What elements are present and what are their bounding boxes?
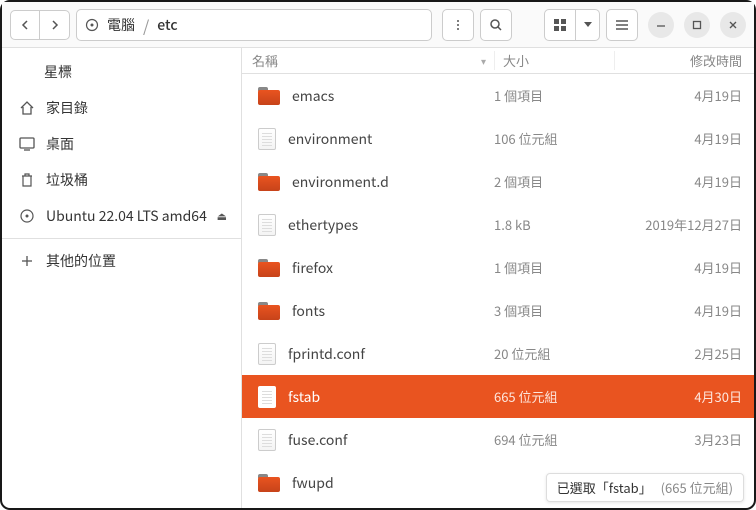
forward-button[interactable] xyxy=(40,10,70,40)
file-name: ethertypes xyxy=(288,215,358,235)
file-name: fprintd.conf xyxy=(288,344,365,364)
view-grid-button[interactable] xyxy=(544,9,576,41)
folder-icon xyxy=(258,474,280,492)
file-name: environment.d xyxy=(292,172,389,192)
file-icon xyxy=(258,386,276,408)
sidebar-item-label: 星標 xyxy=(44,62,72,82)
desktop-icon xyxy=(18,137,36,151)
file-name: emacs xyxy=(292,86,334,106)
close-button[interactable] xyxy=(720,12,746,38)
sidebar-item-disk[interactable]: Ubuntu 22.04 LTS amd64 ⏏ xyxy=(2,198,241,234)
file-name: fuse.conf xyxy=(288,430,347,450)
sidebar-item-other-locations[interactable]: 其他的位置 xyxy=(2,243,241,279)
file-icon xyxy=(258,214,276,236)
path-bar[interactable]: 電腦 / etc xyxy=(76,9,432,41)
file-name: fstab xyxy=(288,387,320,407)
back-button[interactable] xyxy=(10,10,40,40)
file-row[interactable]: ethertypes 1.8 kB2019年12月27日 xyxy=(242,203,754,246)
folder-icon xyxy=(258,259,280,277)
file-row[interactable]: environment 106 位元組4月19日 xyxy=(242,117,754,160)
file-size: 665 位元組 xyxy=(494,387,614,406)
sidebar-item-home[interactable]: 家目錄 xyxy=(2,90,241,126)
status-bar: 已選取「fstab」 (665 位元組) xyxy=(546,473,744,502)
sidebar-item-label: 其他的位置 xyxy=(46,251,116,271)
file-list[interactable]: emacs1 個項目4月19日environment106 位元組4月19日en… xyxy=(242,74,754,508)
file-row[interactable]: fuse.conf 694 位元組3月23日 xyxy=(242,418,754,461)
file-size: 1.8 kB xyxy=(494,215,614,234)
file-row[interactable]: emacs 1 個項目4月19日 xyxy=(242,74,754,117)
path-separator: / xyxy=(143,13,149,37)
sidebar-item-label: Ubuntu 22.04 LTS amd64 xyxy=(46,206,207,226)
file-date: 4月19日 xyxy=(614,172,754,191)
hamburger-menu-button[interactable] xyxy=(606,9,638,41)
file-date: 2019年12月27日 xyxy=(614,215,754,234)
file-name: firefox xyxy=(292,258,333,278)
sidebar-item-desktop[interactable]: 桌面 xyxy=(2,126,241,162)
view-dropdown-button[interactable] xyxy=(576,9,600,41)
main-pane: 名稱 ▾ 大小 修改時間 emacs1 個項目4月19日environment1… xyxy=(242,48,754,508)
file-size: 694 位元組 xyxy=(494,430,614,449)
file-date: 4月19日 xyxy=(614,86,754,105)
column-date-header[interactable]: 修改時間 xyxy=(614,51,754,70)
file-size: 1 個項目 xyxy=(494,86,614,105)
sidebar: 星標 家目錄 桌面 垃圾桶 Ubuntu 22.04 LTS amd64 ⏏ 其… xyxy=(2,48,242,508)
sort-indicator-icon: ▾ xyxy=(481,53,486,68)
file-date: 3月23日 xyxy=(614,430,754,449)
minimize-button[interactable] xyxy=(648,12,674,38)
file-size: 1 個項目 xyxy=(494,258,614,277)
file-row[interactable]: environment.d 2 個項目4月19日 xyxy=(242,160,754,203)
file-size: 2 個項目 xyxy=(494,172,614,191)
file-icon xyxy=(258,128,276,150)
eject-icon[interactable]: ⏏ xyxy=(217,208,227,224)
file-size: 3 個項目 xyxy=(494,301,614,320)
file-date: 4月19日 xyxy=(614,258,754,277)
disk-icon xyxy=(18,208,36,224)
more-button[interactable] xyxy=(442,9,474,41)
file-icon xyxy=(258,343,276,365)
sidebar-item-trash[interactable]: 垃圾桶 xyxy=(2,162,241,198)
file-date: 2月25日 xyxy=(614,344,754,363)
column-name-header[interactable]: 名稱 ▾ xyxy=(242,51,494,70)
file-size: 106 位元組 xyxy=(494,129,614,148)
plus-icon xyxy=(18,254,36,268)
status-text: 已選取「fstab」 xyxy=(557,478,652,497)
file-date: 4月19日 xyxy=(614,129,754,148)
file-row[interactable]: fstab 665 位元組4月30日 xyxy=(242,375,754,418)
home-icon xyxy=(18,100,36,116)
file-name: environment xyxy=(288,129,372,149)
trash-icon xyxy=(18,172,36,188)
sidebar-item-label: 家目錄 xyxy=(46,98,88,118)
status-size: (665 位元組) xyxy=(661,478,733,497)
file-icon xyxy=(258,429,276,451)
sidebar-item-starred[interactable]: 星標 xyxy=(2,54,241,90)
file-date: 4月30日 xyxy=(614,387,754,406)
maximize-button[interactable] xyxy=(684,12,710,38)
sidebar-item-label: 垃圾桶 xyxy=(46,170,88,190)
folder-icon xyxy=(258,87,280,105)
file-row[interactable]: fprintd.conf 20 位元組2月25日 xyxy=(242,332,754,375)
search-button[interactable] xyxy=(480,9,512,41)
sidebar-item-label: 桌面 xyxy=(46,134,74,154)
folder-icon xyxy=(258,302,280,320)
disk-icon xyxy=(85,18,99,32)
folder-icon xyxy=(258,173,280,191)
file-date: 4月19日 xyxy=(614,301,754,320)
path-segment[interactable]: etc xyxy=(157,15,177,35)
file-row[interactable]: firefox 1 個項目4月19日 xyxy=(242,246,754,289)
file-name: fwupd xyxy=(292,473,334,493)
path-root[interactable]: 電腦 xyxy=(107,15,135,35)
sidebar-divider xyxy=(2,238,241,239)
toolbar: 電腦 / etc xyxy=(2,2,754,48)
file-row[interactable]: fonts 3 個項目4月19日 xyxy=(242,289,754,332)
column-headers: 名稱 ▾ 大小 修改時間 xyxy=(242,48,754,74)
file-name: fonts xyxy=(292,301,325,321)
file-size: 20 位元組 xyxy=(494,344,614,363)
column-size-header[interactable]: 大小 xyxy=(494,51,614,70)
